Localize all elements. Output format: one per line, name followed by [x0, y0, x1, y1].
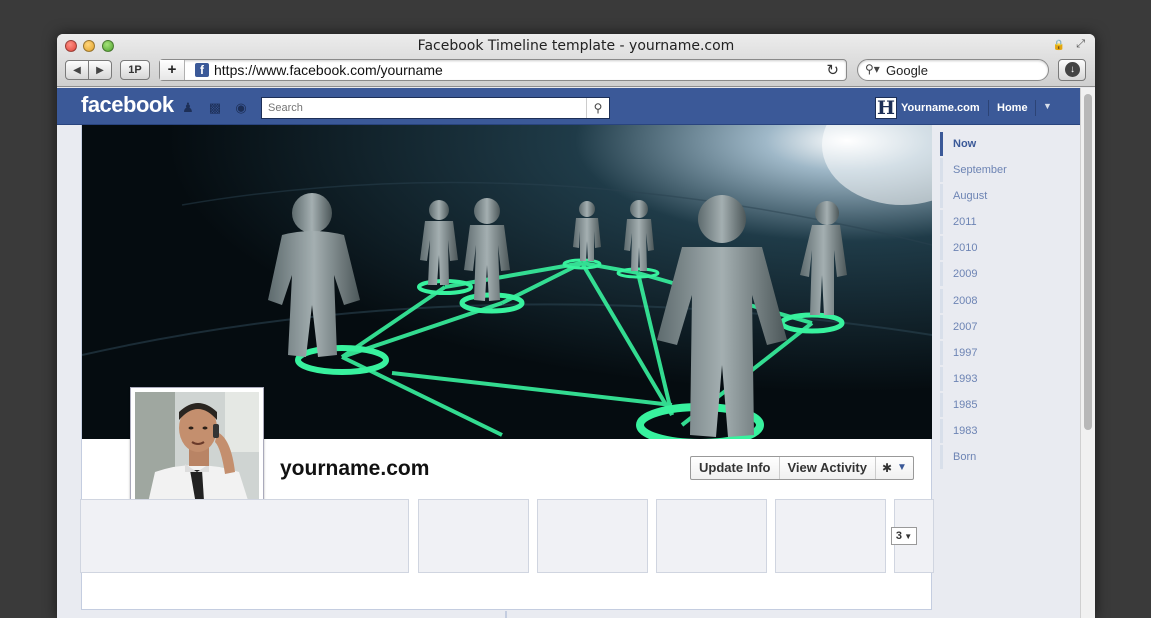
facebook-search-input[interactable]	[262, 98, 587, 118]
gear-icon: ✱	[881, 461, 893, 475]
account-menu-caret-icon[interactable]: ▼	[1043, 101, 1052, 111]
view-activity-button[interactable]: View Activity	[780, 457, 876, 479]
app-box-friends[interactable]	[80, 499, 409, 573]
web-search-placeholder: Google	[886, 63, 928, 78]
resize-icon[interactable]: ⤢	[1076, 38, 1085, 51]
scrubber-item-2008[interactable]: 2008	[940, 289, 1060, 313]
scrubber-item-1997[interactable]: 1997	[940, 341, 1060, 365]
scrollbar-thumb[interactable]	[1084, 94, 1092, 430]
scrubber-item-born[interactable]: Born	[940, 445, 1060, 469]
profile-person-illustration	[135, 392, 259, 516]
forward-button[interactable]: ▶	[88, 60, 112, 80]
app-box[interactable]	[656, 499, 767, 573]
onepassword-label: 1P	[128, 64, 142, 76]
scrubber-item-august[interactable]: August	[940, 184, 1060, 208]
user-avatar[interactable]: H	[875, 97, 897, 119]
back-arrow-icon: ◀	[73, 64, 81, 76]
reload-icon[interactable]: ↻	[826, 61, 839, 79]
onepassword-button[interactable]: 1P	[120, 60, 150, 80]
messages-icon[interactable]: ▩	[207, 100, 223, 115]
profile-photo	[135, 392, 259, 516]
scrubber-item-2010[interactable]: 2010	[940, 236, 1060, 260]
nav-divider	[1035, 100, 1036, 116]
web-search-field[interactable]: ⚲▾ Google	[857, 59, 1049, 81]
user-name-link[interactable]: Yourname.com	[901, 102, 980, 114]
profile-name: yourname.com	[280, 457, 430, 480]
scrubber-item-1985[interactable]: 1985	[940, 393, 1060, 417]
settings-menu-button[interactable]: ✱ ▼	[876, 457, 913, 479]
address-bar[interactable]: + f https://www.facebook.com/yourname ↻	[159, 59, 847, 81]
timeline-main: yourname.com Update Info View Activity ✱…	[80, 125, 934, 610]
facebook-top-bar: facebook ♟ ▩ ◉ ⚲ H Yourname.com Home ▼	[57, 88, 1080, 125]
app-box[interactable]	[775, 499, 886, 573]
scrubber-item-1993[interactable]: 1993	[940, 367, 1060, 391]
page-scrollbar[interactable]	[1080, 88, 1095, 618]
facebook-favicon-icon: f	[195, 63, 209, 77]
more-apps-button[interactable]: 3 ▼	[891, 527, 917, 545]
app-box[interactable]	[418, 499, 529, 573]
home-link[interactable]: Home	[997, 102, 1028, 114]
app-boxes: 3 ▼	[80, 499, 934, 575]
download-icon: ↓	[1065, 62, 1080, 77]
chevron-down-icon: ▼	[897, 462, 907, 473]
friend-requests-icon[interactable]: ♟	[180, 100, 196, 115]
profile-actions: Update Info View Activity ✱ ▼	[690, 456, 914, 480]
browser-titlebar: Facebook Timeline template - yourname.co…	[57, 34, 1095, 87]
forward-arrow-icon: ▶	[96, 64, 104, 76]
back-button[interactable]: ◀	[65, 60, 89, 80]
scrubber-item-now[interactable]: Now	[940, 132, 1060, 156]
lock-icon: 🔒	[1052, 40, 1065, 51]
notifications-globe-icon[interactable]: ◉	[233, 100, 249, 115]
scrubber-item-2009[interactable]: 2009	[940, 262, 1060, 286]
add-bookmark-button[interactable]: +	[160, 60, 185, 80]
window-title: Facebook Timeline template - yourname.co…	[417, 38, 735, 54]
facebook-logo[interactable]: facebook	[81, 92, 174, 118]
magnifier-icon[interactable]: ⚲▾	[865, 62, 880, 76]
caret-down-icon: ▼	[901, 532, 913, 541]
app-box[interactable]	[537, 499, 648, 573]
browser-window: Facebook Timeline template - yourname.co…	[57, 34, 1095, 618]
downloads-button[interactable]: ↓	[1058, 59, 1086, 81]
url-text[interactable]: https://www.facebook.com/yourname	[214, 62, 443, 78]
scrubber-item-september[interactable]: September	[940, 158, 1060, 182]
web-page: facebook ♟ ▩ ◉ ⚲ H Yourname.com Home ▼	[57, 88, 1080, 618]
scrubber-item-1983[interactable]: 1983	[940, 419, 1060, 443]
search-icon[interactable]: ⚲	[586, 98, 609, 118]
scrubber-item-2007[interactable]: 2007	[940, 315, 1060, 339]
update-info-button[interactable]: Update Info	[691, 457, 780, 479]
facebook-search[interactable]: ⚲	[261, 97, 610, 119]
timeline-spine	[505, 611, 507, 618]
scrubber-item-2011[interactable]: 2011	[940, 210, 1060, 234]
nav-divider	[988, 100, 989, 116]
